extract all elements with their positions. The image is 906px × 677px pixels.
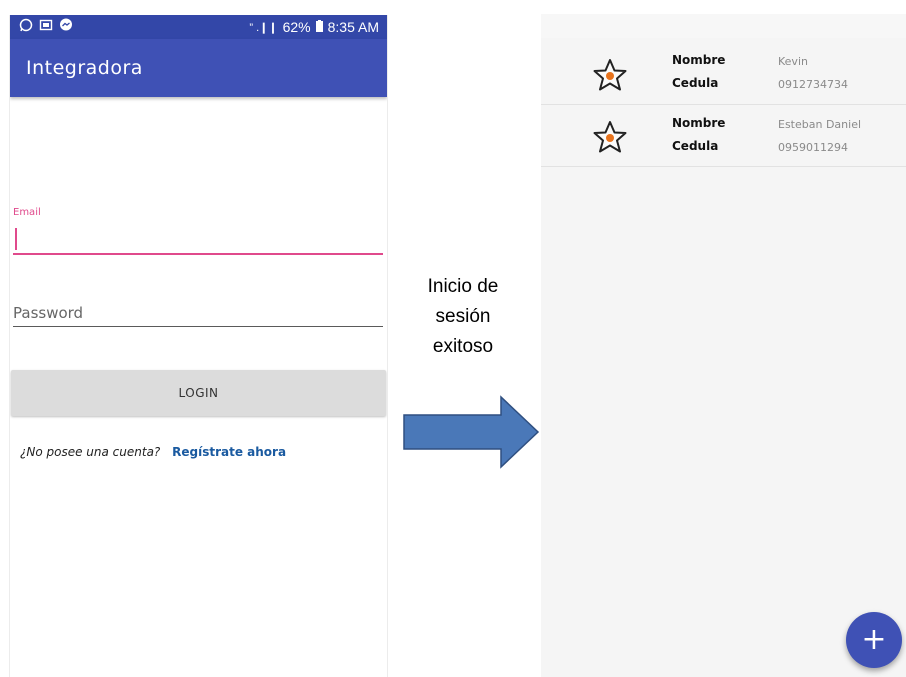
register-prompt: ¿No posee una cuenta? (20, 445, 161, 459)
list-item[interactable]: Nombre Cedula Kevin 0912734734 (541, 44, 906, 105)
add-button[interactable]: + (846, 612, 902, 668)
caption-line: Inicio de (427, 276, 499, 297)
clock: 8:35 AM (327, 19, 379, 35)
battery-icon (315, 19, 323, 35)
name-label: Nombre (672, 116, 726, 130)
messenger-icon (59, 18, 73, 35)
arrow-right-icon (403, 395, 540, 469)
name-value: Esteban Daniel (778, 118, 862, 131)
id-value: 0912734734 (778, 78, 848, 91)
battery-percent: 62% (282, 19, 311, 35)
star-icon (593, 58, 627, 96)
status-bar: ” .❙❙ 62% 8:35 AM (10, 15, 387, 39)
app-title: Integradora (26, 57, 143, 79)
login-button[interactable]: LOGIN (11, 370, 386, 416)
email-label: Email (13, 207, 41, 218)
login-screen: ” .❙❙ 62% 8:35 AM Integradora Email LOGI… (9, 15, 388, 677)
id-value: 0959011294 (778, 141, 848, 154)
email-field[interactable] (13, 223, 383, 255)
list-item[interactable]: Nombre Cedula Esteban Daniel 0959011294 (541, 106, 906, 167)
transition-caption: Inicio de sesión exitoso (398, 272, 528, 362)
plus-icon: + (861, 622, 887, 657)
password-field[interactable] (13, 300, 383, 327)
name-label: Nombre (672, 53, 726, 67)
star-icon (593, 120, 627, 158)
status-bar (541, 14, 906, 38)
id-label: Cedula (672, 76, 719, 90)
signal-icon: ” .❙❙ (249, 21, 278, 34)
id-label: Cedula (672, 139, 719, 153)
gallery-icon (39, 18, 53, 35)
notification-icons (19, 18, 73, 35)
app-bar: Integradora (10, 39, 387, 97)
list-screen: Nombre Cedula Kevin 0912734734 Nombre Ce… (541, 14, 906, 677)
status-indicators: ” .❙❙ 62% 8:35 AM (249, 19, 379, 35)
text-cursor (15, 228, 17, 250)
caption-line: sesión (435, 306, 491, 327)
register-row: ¿No posee una cuenta? Regístrate ahora (20, 445, 286, 459)
caption-line: exitoso (432, 336, 494, 357)
name-value: Kevin (778, 55, 808, 68)
register-link[interactable]: Regístrate ahora (172, 445, 286, 459)
whatsapp-icon (19, 18, 33, 35)
